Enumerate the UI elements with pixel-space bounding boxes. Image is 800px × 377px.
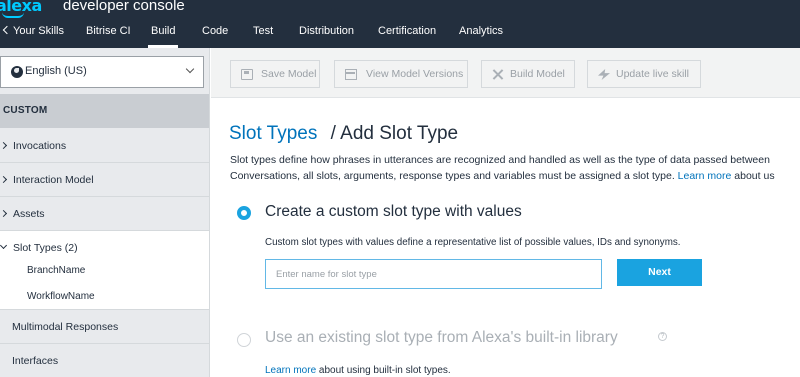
- sidebar-section-custom: CUSTOM: [0, 94, 209, 128]
- page-title-text: Add Slot Type: [340, 123, 459, 144]
- view-model-versions-label: View Model Versions: [366, 68, 464, 80]
- build-model-label: Build Model: [510, 68, 565, 80]
- help-icon[interactable]: ?: [658, 332, 667, 341]
- nav-build[interactable]: Build: [147, 25, 180, 48]
- chevron-down-icon: [185, 64, 195, 74]
- locale-value: English (US): [25, 65, 87, 77]
- main-nav: Your Skills Bitrise CI Build Code Test D…: [0, 16, 800, 48]
- sidebar-item-label: Assets: [13, 208, 45, 220]
- nav-your-skills[interactable]: Your Skills: [2, 25, 64, 37]
- view-model-versions-button[interactable]: View Model Versions: [334, 60, 468, 88]
- sidebar-item-multimodal-responses[interactable]: Multimodal Responses: [0, 310, 209, 344]
- page-title: Slot Types / Add Slot Type: [229, 123, 458, 145]
- description-text-tail: about us: [734, 170, 775, 182]
- next-button[interactable]: Next: [617, 259, 702, 286]
- sidebar-section-label: CUSTOM: [3, 105, 48, 116]
- update-live-skill-button[interactable]: Update live skill: [587, 60, 701, 88]
- globe-icon: [11, 66, 23, 78]
- builtin-learn-more-link[interactable]: Learn more: [265, 365, 316, 376]
- sidebar-item-label: Multimodal Responses: [12, 321, 119, 333]
- sidebar-item-label: Slot Types (2): [13, 242, 78, 254]
- nav-code[interactable]: Code: [202, 25, 228, 37]
- build-model-button[interactable]: Build Model: [481, 60, 575, 88]
- sidebar-item-label: Interfaces: [12, 355, 59, 367]
- learn-more-link[interactable]: Learn more: [678, 170, 732, 182]
- description-line-1: Slot types define how phrases in utteran…: [230, 154, 770, 166]
- nav-your-skills-label: Your Skills: [13, 25, 64, 37]
- build-tools-icon: [492, 69, 504, 80]
- custom-slot-type-label[interactable]: Create a custom slot type with values: [265, 203, 522, 221]
- sidebar-subitem-label: BranchName: [27, 265, 86, 276]
- sidebar-item-interfaces[interactable]: Interfaces: [0, 344, 209, 377]
- sidebar-subitem-workflowname[interactable]: WorkflowName: [0, 284, 209, 310]
- sidebar-subitem-branchname[interactable]: BranchName: [0, 258, 209, 284]
- model-toolbar: Save Model View Model Versions Build Mod…: [211, 48, 800, 98]
- nav-analytics[interactable]: Analytics: [459, 25, 503, 37]
- breadcrumb-separator: /: [330, 123, 336, 144]
- builtin-slot-type-radio[interactable]: [237, 333, 251, 347]
- locale-select[interactable]: English (US): [0, 56, 204, 88]
- sidebar-item-invocations[interactable]: Invocations: [0, 129, 209, 163]
- custom-slot-type-hint: Custom slot types with values define a r…: [265, 237, 681, 248]
- chevron-right-icon: [0, 141, 8, 150]
- chevron-down-icon: [0, 241, 8, 250]
- save-model-button[interactable]: Save Model: [230, 60, 320, 88]
- nav-distribution[interactable]: Distribution: [299, 25, 354, 37]
- builtin-learn-more-text: about using built-in slot types.: [318, 365, 451, 376]
- sidebar-item-interaction-model[interactable]: Interaction Model: [0, 163, 209, 197]
- builtin-slot-type-label[interactable]: Use an existing slot type from Alexa's b…: [265, 329, 618, 347]
- nav-certification[interactable]: Certification: [378, 25, 436, 37]
- main-content: Slot Types / Add Slot Type Slot types de…: [211, 99, 800, 377]
- sidebar-item-label: Interaction Model: [13, 174, 94, 186]
- custom-slot-type-radio[interactable]: [237, 206, 251, 220]
- breadcrumb-slot-types[interactable]: Slot Types: [229, 123, 317, 144]
- chevron-right-icon: [0, 175, 8, 184]
- description-line-2: Conversations, all slots, arguments, res…: [230, 168, 775, 184]
- chevron-right-icon: [0, 209, 8, 218]
- back-chevron-icon: [2, 25, 12, 35]
- lightning-bolt-icon: [598, 69, 610, 80]
- save-icon: [241, 69, 253, 80]
- page-description: Slot types define how phrases in utteran…: [230, 152, 775, 184]
- app-name: developer console: [63, 0, 185, 14]
- top-navigation-bar: alexa developer console Your Skills Bitr…: [0, 0, 800, 48]
- save-model-label: Save Model: [261, 68, 317, 80]
- builtin-learn-more: Learn more about using built-in slot typ…: [265, 365, 451, 376]
- nav-bitrise-ci[interactable]: Bitrise CI: [86, 25, 131, 37]
- nav-test[interactable]: Test: [253, 25, 273, 37]
- slot-type-name-input[interactable]: [265, 259, 602, 289]
- description-text: Conversations, all slots, arguments, res…: [230, 170, 675, 182]
- sidebar: English (US) CUSTOM Invocations Interact…: [0, 48, 210, 377]
- sidebar-item-assets[interactable]: Assets: [0, 197, 209, 231]
- sidebar-item-label: Invocations: [13, 140, 67, 152]
- update-live-skill-label: Update live skill: [616, 68, 689, 80]
- versions-icon: [345, 69, 357, 80]
- sidebar-subitem-label: WorkflowName: [27, 291, 95, 302]
